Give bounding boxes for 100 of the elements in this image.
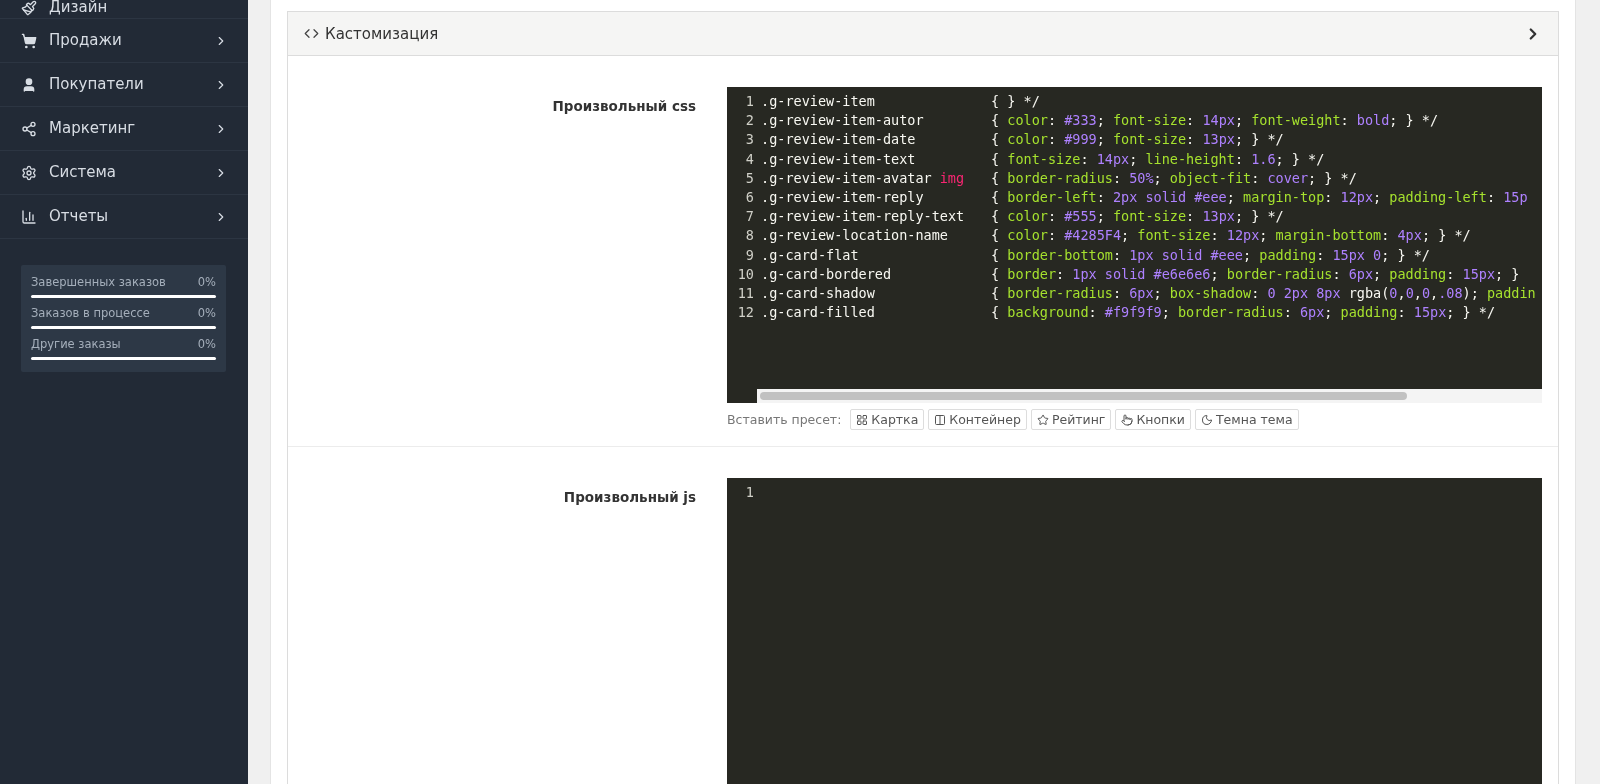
code-text: { [991,111,1001,131]
code-text: : [1056,264,1066,284]
code-text: ; } */ [1389,111,1439,131]
css-value: 6px [1348,264,1374,284]
line-number: 2 [744,111,755,131]
css-value: 1px solid #eee [1129,245,1243,265]
code-text: : [1283,303,1293,323]
user-icon [21,76,37,93]
code-text: : [1112,284,1123,304]
star-icon [1036,413,1049,426]
css-property: border-left [1007,188,1097,207]
code-text: { [991,149,1001,169]
columns-icon [934,413,947,426]
sidebar-item[interactable]: Дизайн [0,0,248,19]
code-text: ; } */ [1446,303,1496,323]
code-editor[interactable] [727,87,1542,403]
code-text: ; [1129,149,1139,169]
css-property: font-size [1112,111,1187,131]
css-value: #f9f9f9 [1104,303,1162,323]
preset-button[interactable]: Рейтинг [1030,409,1112,430]
css-tag: img [939,168,965,188]
field-label: Произвольный css [551,97,696,116]
css-selector: .g-review-item-avatar [761,168,932,188]
line-number: 11 [736,284,755,304]
code-text: : [1486,188,1496,207]
code-text: , [1397,284,1406,304]
code-text: : [1047,130,1058,150]
grid-icon [856,413,869,426]
code-text: ; } */ [1234,207,1284,227]
code-text: : [1332,264,1342,284]
code-text: ; } */ [1275,149,1325,169]
card-header[interactable]: Кастомизация [288,12,1558,56]
code-text: : [1112,245,1123,265]
css-property: margin-bottom [1275,226,1382,246]
preset-button[interactable]: Кнопки [1115,409,1191,430]
code-text: : [1340,111,1350,131]
css-property: line-height [1145,149,1235,169]
code-text: ; [1324,303,1334,323]
css-value: #4285F4 [1064,226,1122,246]
code-text: : [1112,168,1123,188]
stat-label: Завершенных заказов [31,275,166,289]
code-text: { [991,284,1001,304]
code-text: ; [1210,264,1220,284]
css-value: 13px [1202,207,1235,227]
code-text: : [1096,188,1106,207]
code-text: { [991,207,1001,227]
css-value: 0 [1389,284,1398,304]
line-number: 12 [736,303,755,323]
code-text: ; [1096,111,1106,131]
code-text: { } */ [991,92,1040,111]
css-property: border-radius [1226,264,1333,284]
code-text: rgba( [1347,284,1390,304]
scrollbar-thumb[interactable] [760,392,1407,400]
code-text: { [991,226,1001,246]
code-text: : [1446,264,1456,284]
line-number: 4 [744,149,755,169]
line-number: 1 [744,483,755,502]
share-icon [21,120,37,137]
css-value: 50% [1129,168,1154,188]
code-icon [304,26,319,41]
code-editor[interactable]: 1 [727,478,1542,784]
preset-button[interactable]: Контейнер [928,409,1027,430]
css-selector: .g-review-location-name [761,226,948,246]
cart-icon [21,32,37,49]
sidebar-item[interactable]: Система [0,151,248,195]
code-text: : [1397,303,1407,323]
css-selector: .g-review-item-reply [761,188,924,207]
preset-button[interactable]: Картка [850,409,925,430]
code-text: : [1186,130,1196,150]
css-value: bold [1356,111,1390,131]
css-value: 6px [1129,284,1154,304]
code-text: : [1234,149,1244,169]
css-selector: .g-review-item-reply-text [761,207,965,227]
code-text: ); [1462,284,1480,304]
css-property: font-size [1112,207,1187,227]
code-text: ; [1121,226,1131,246]
css-property: border [1007,264,1057,284]
css-selector: .g-card-flat [761,245,859,265]
css-value: 15p [1503,188,1528,207]
preset-button[interactable]: Темна тема [1194,409,1299,430]
sidebar-item[interactable]: Маркетинг [0,107,248,151]
css-selector: .g-review-item-text [761,149,916,169]
css-property: border-bottom [1007,245,1113,265]
horizontal-scrollbar[interactable] [757,389,1542,403]
sidebar-item[interactable]: Продажи [0,19,248,63]
line-number: 3 [744,130,755,150]
code-text: ; } */ [1234,130,1284,150]
css-property: background [1007,303,1089,323]
code-text: : [1251,168,1261,188]
bar-chart-icon [21,208,37,225]
moon-icon [1200,413,1213,426]
css-property: padding [1259,245,1317,265]
css-property: object-fit [1169,168,1252,188]
css-property: padding [1340,303,1398,323]
sidebar-item[interactable]: Отчеты [0,195,248,239]
code-text: : [1210,226,1220,246]
css-selector: .g-review-item-autor [761,111,924,131]
css-property: box-shadow [1169,284,1252,304]
sidebar-item[interactable]: Покупатели [0,63,248,107]
css-property: font-weight [1251,111,1341,131]
